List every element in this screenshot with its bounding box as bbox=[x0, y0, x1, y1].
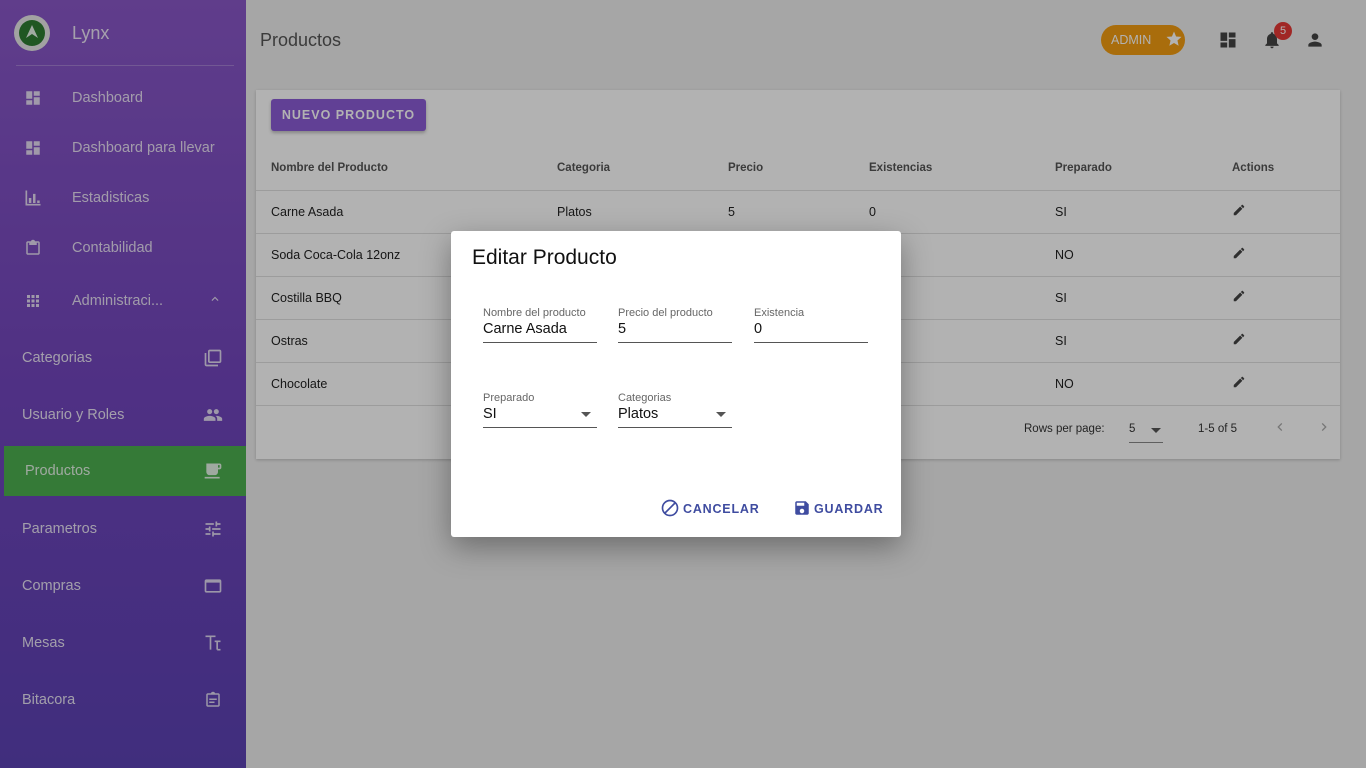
field-label: Existencia bbox=[754, 307, 805, 319]
save-label: GUARDAR bbox=[814, 502, 884, 516]
cancel-button[interactable]: CANCELAR bbox=[660, 497, 760, 521]
save-button[interactable]: GUARDAR bbox=[793, 497, 884, 521]
edit-product-dialog: Editar Producto Nombre del producto Carn… bbox=[451, 231, 901, 537]
field-value: 5 bbox=[618, 321, 627, 337]
block-icon bbox=[660, 498, 683, 521]
save-icon bbox=[793, 499, 814, 520]
category-select[interactable]: Categorias Platos bbox=[618, 392, 732, 428]
field-value: SI bbox=[483, 406, 497, 422]
field-label: Preparado bbox=[483, 392, 535, 404]
dialog-title: Editar Producto bbox=[472, 246, 617, 269]
field-label: Categorias bbox=[618, 392, 672, 404]
field-value: 0 bbox=[754, 321, 763, 337]
caret-down-icon bbox=[716, 412, 726, 417]
field-value: Carne Asada bbox=[483, 321, 567, 337]
product-name-field[interactable]: Nombre del producto Carne Asada bbox=[483, 307, 597, 343]
cancel-label: CANCELAR bbox=[683, 502, 760, 516]
field-label: Nombre del producto bbox=[483, 307, 586, 319]
field-label: Precio del producto bbox=[618, 307, 713, 319]
product-price-field[interactable]: Precio del producto 5 bbox=[618, 307, 732, 343]
product-stock-field[interactable]: Existencia 0 bbox=[754, 307, 868, 343]
prepared-select[interactable]: Preparado SI bbox=[483, 392, 597, 428]
caret-down-icon bbox=[581, 412, 591, 417]
field-value: Platos bbox=[618, 406, 659, 422]
